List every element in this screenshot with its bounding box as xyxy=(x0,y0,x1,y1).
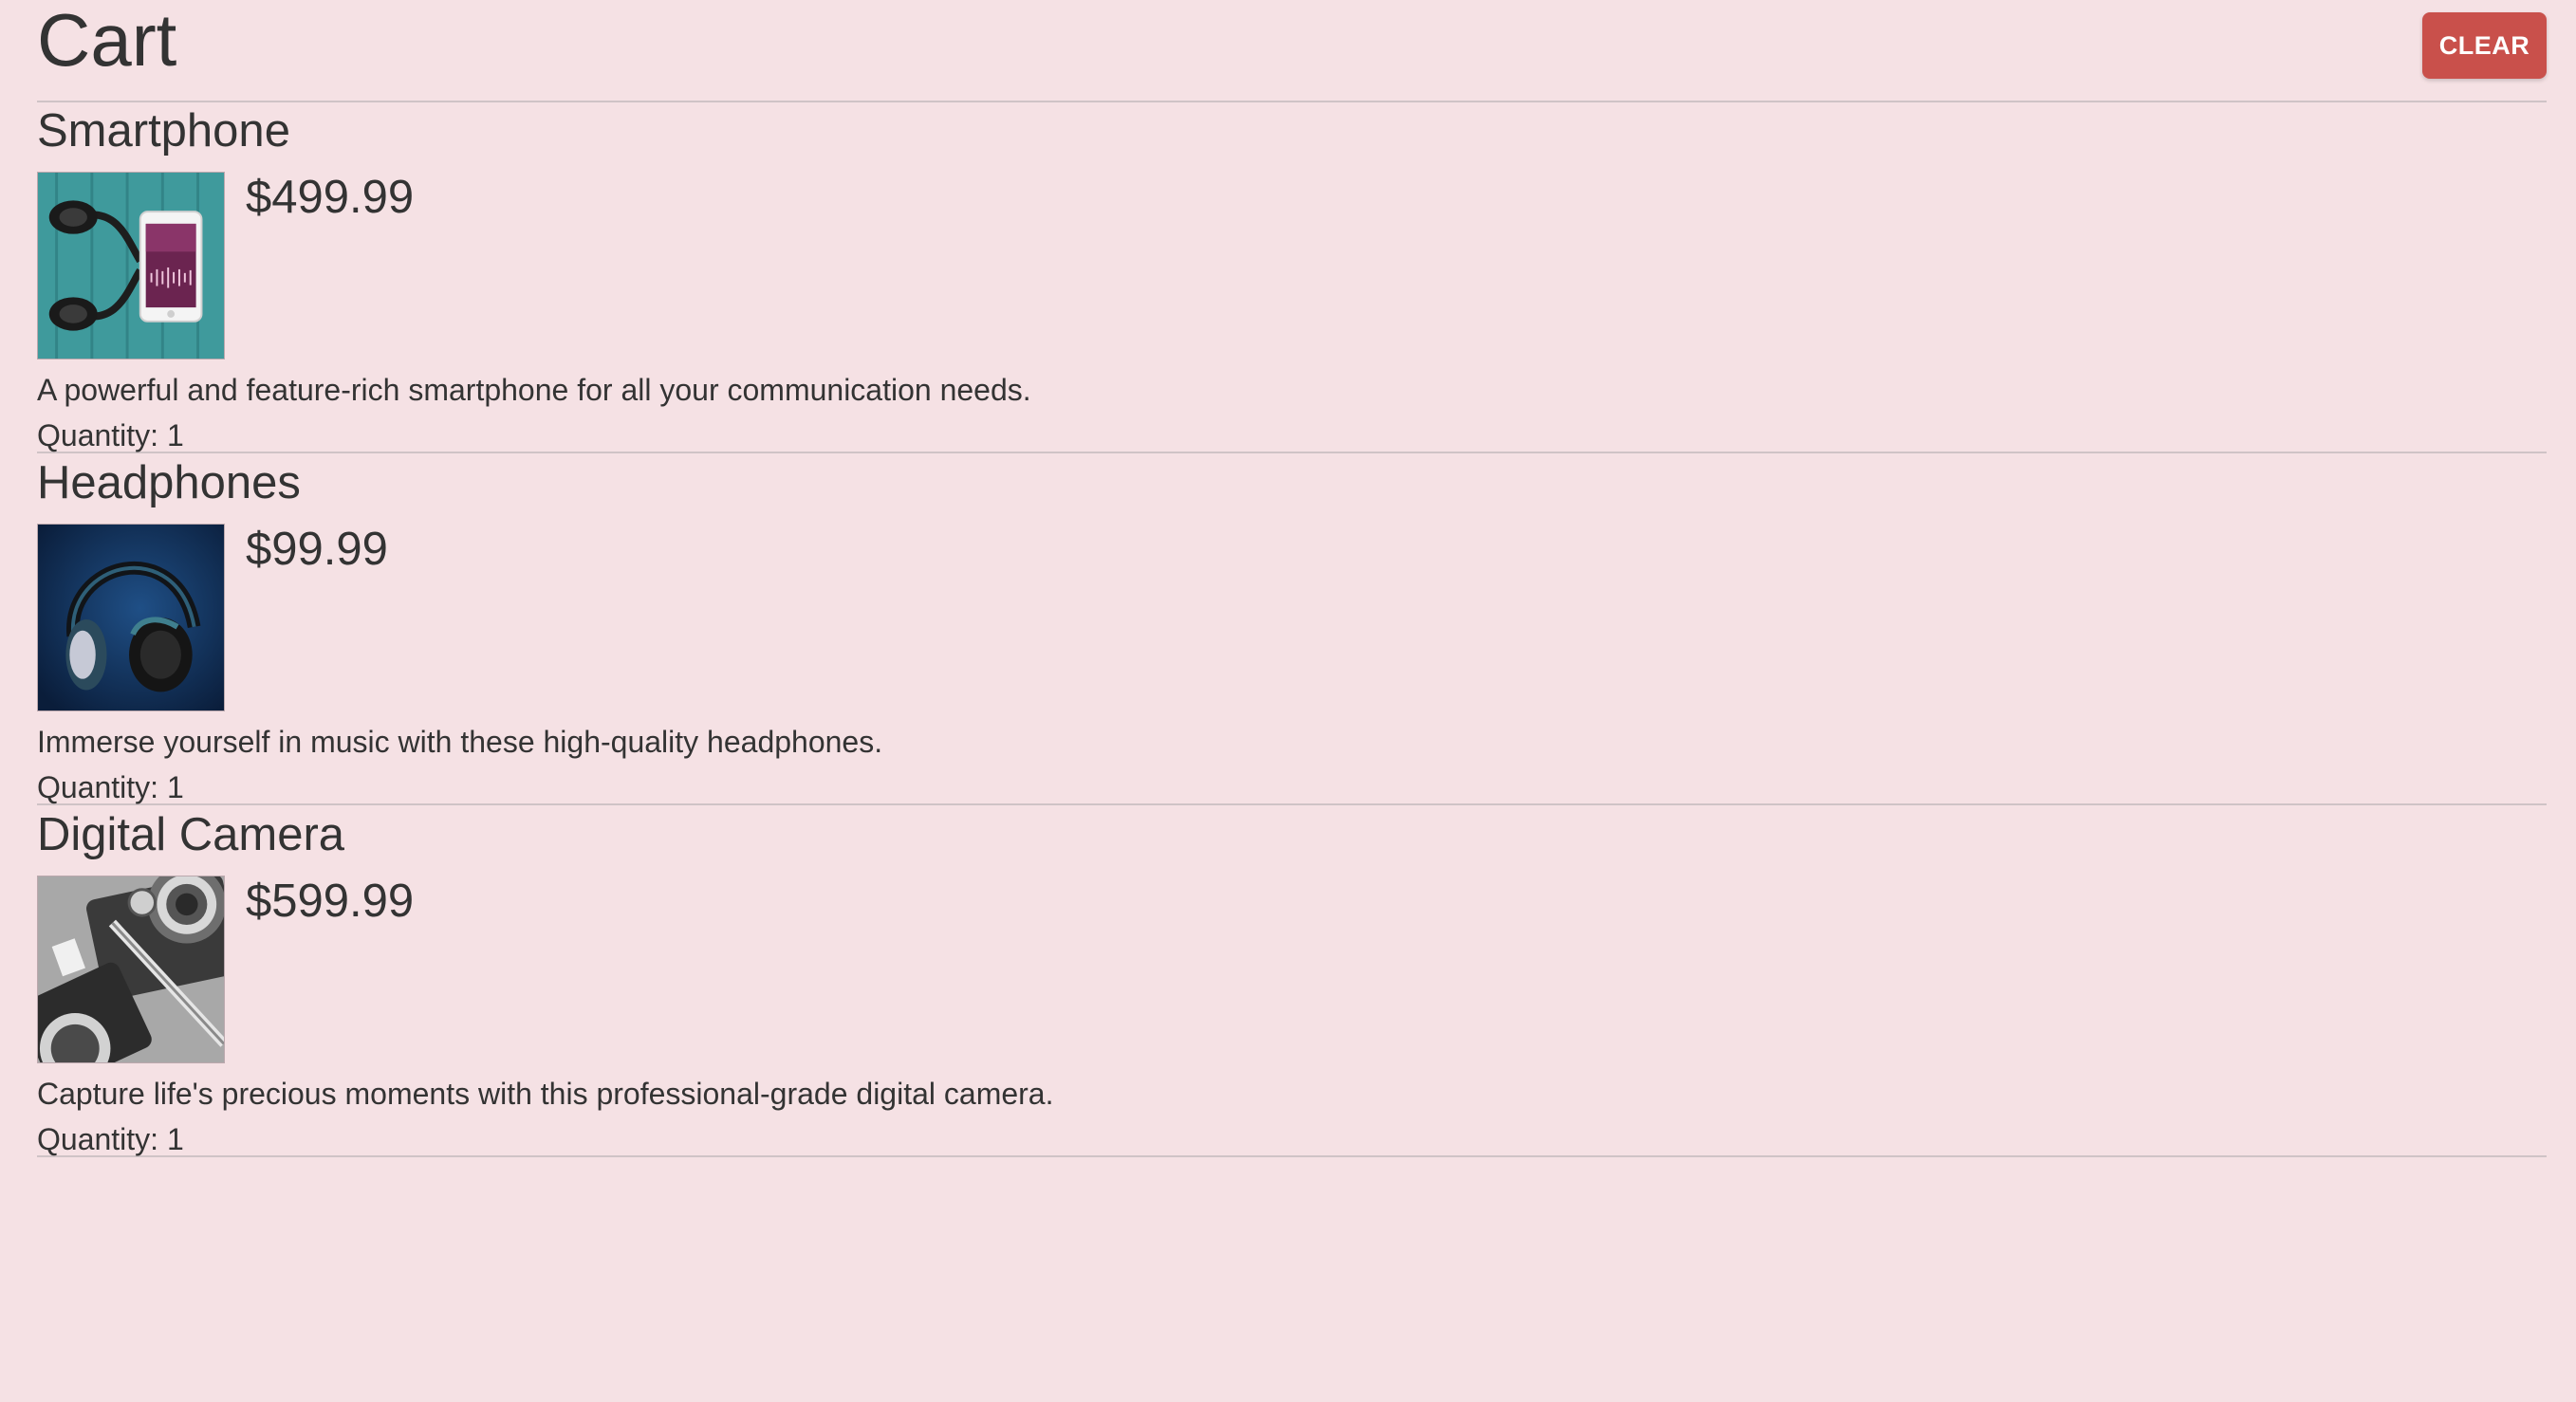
item-quantity: Quantity: 1 xyxy=(37,415,184,455)
cart-item-smartphone: Smartphone $499.99 A powerful and featur… xyxy=(37,102,2547,453)
cart-page: Cart CLEAR Smartphone $499.99 A powerful… xyxy=(0,0,2576,1402)
camera-image xyxy=(38,876,224,1062)
item-quantity: Quantity: 1 xyxy=(37,1119,184,1159)
quantity-value: 1 xyxy=(166,770,184,804)
quantity-label: Quantity: xyxy=(37,418,159,452)
quantity-value: 1 xyxy=(166,1122,184,1156)
headphones-image xyxy=(38,525,224,710)
item-price: $99.99 xyxy=(246,524,388,575)
item-name: Headphones xyxy=(37,457,301,508)
item-price: $599.99 xyxy=(246,876,415,927)
headphones-image xyxy=(37,524,225,711)
page-title: Cart xyxy=(37,0,177,82)
smartphone-with-headphones-image xyxy=(38,173,224,359)
quantity-value: 1 xyxy=(166,418,184,452)
smartphone-image xyxy=(37,172,225,360)
item-description: A powerful and feature-rich smartphone f… xyxy=(37,373,1031,407)
quantity-label: Quantity: xyxy=(37,770,159,804)
clear-cart-button[interactable]: CLEAR xyxy=(2422,12,2547,79)
item-description: Immerse yourself in music with these hig… xyxy=(37,725,883,759)
quantity-label: Quantity: xyxy=(37,1122,159,1156)
item-price: $499.99 xyxy=(246,172,415,223)
item-quantity: Quantity: 1 xyxy=(37,767,184,807)
item-name: Digital Camera xyxy=(37,809,345,860)
cart-header: Cart CLEAR xyxy=(37,0,2547,102)
cart-item-headphones: Headphones $99.99 Immerse yourself in mu… xyxy=(37,454,2547,805)
item-name: Smartphone xyxy=(37,105,290,157)
digital-camera-image xyxy=(37,876,225,1063)
item-description: Capture life's precious moments with thi… xyxy=(37,1077,1054,1111)
cart-item-digital-camera: Digital Camera $599.99 Capture life's pr… xyxy=(37,806,2547,1157)
